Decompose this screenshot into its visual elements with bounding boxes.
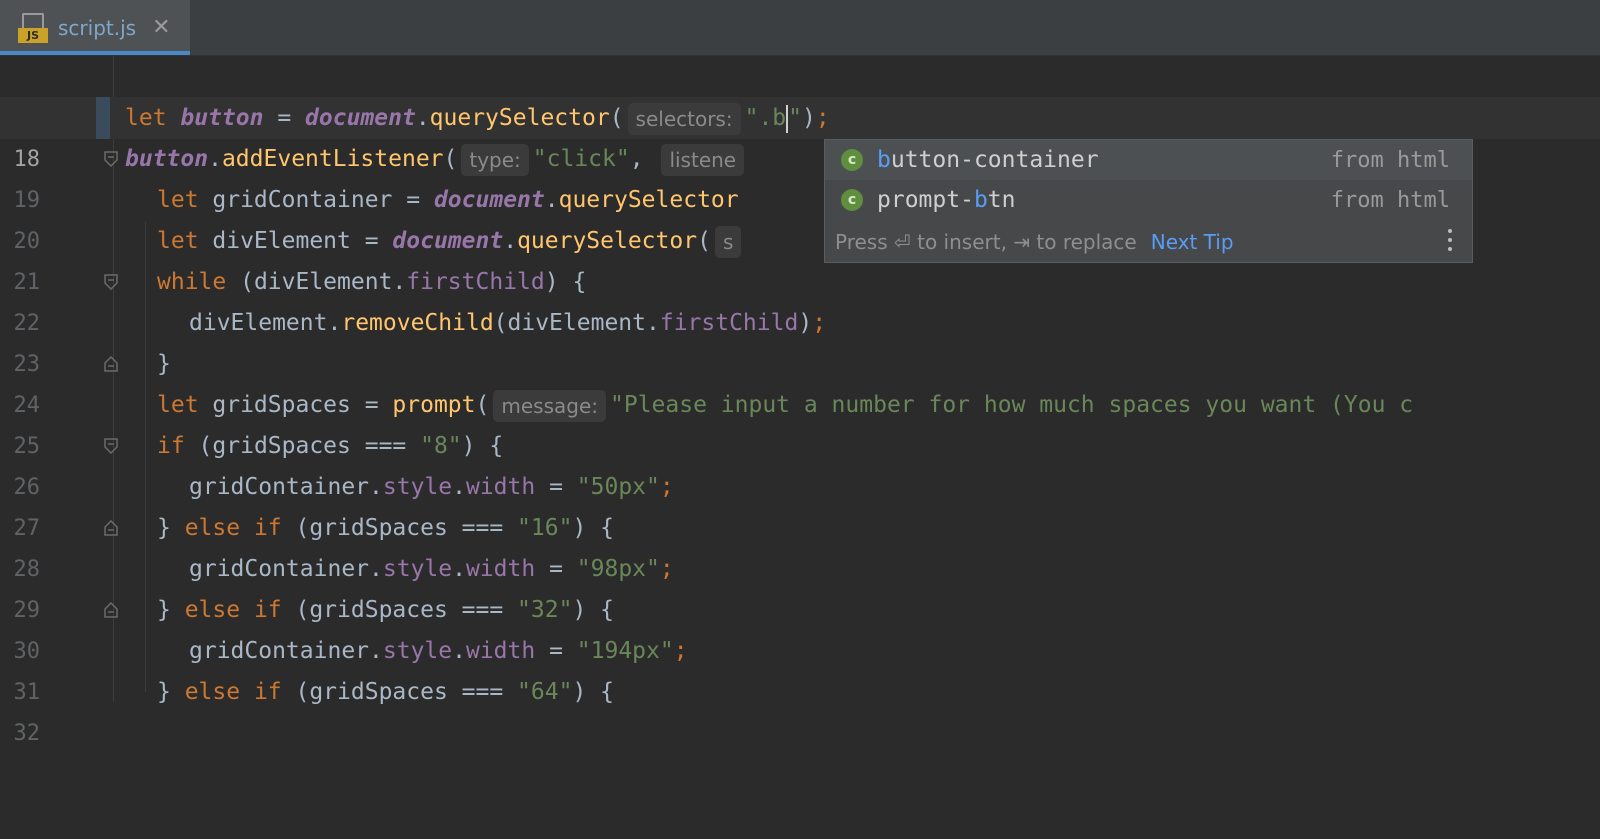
code-text: gridContainer.style.width = "50px"; xyxy=(189,474,674,500)
completion-item-source: from html xyxy=(1330,187,1450,213)
code-text: let gridContainer = document.querySelect… xyxy=(157,187,739,213)
fold-collapse-icon[interactable] xyxy=(104,151,118,167)
completion-tip-bar: Press ⏎ to insert, ⇥ to replace Next Tip xyxy=(825,222,1472,262)
completion-item[interactable]: c button-container from html xyxy=(825,140,1472,180)
fold-collapse-icon[interactable] xyxy=(104,274,118,290)
parameter-hint: selectors: xyxy=(627,102,741,135)
parameter-hint: type: xyxy=(461,143,529,176)
completion-item-name: button-container xyxy=(877,147,1099,173)
completion-item[interactable]: c prompt-btn from html xyxy=(825,180,1472,220)
code-text: if (gridSpaces === "8") { xyxy=(157,433,504,459)
code-text: button.addEventListener(type: "click", li… xyxy=(125,138,748,180)
tab-script-js[interactable]: JS script.js ✕ xyxy=(0,0,190,55)
code-text: } xyxy=(157,351,171,377)
fold-end-icon[interactable] xyxy=(104,520,118,536)
tab-label: script.js xyxy=(58,15,137,40)
completion-item-name: prompt-btn xyxy=(877,187,1016,213)
code-line-current: 18 let button = document.querySelector(s… xyxy=(0,97,1600,172)
parameter-hint: s xyxy=(714,225,742,258)
class-icon: c xyxy=(841,189,863,211)
code-line: 28 } else if (gridSpaces === "16") { xyxy=(0,507,1600,582)
line-number: 32 xyxy=(13,721,41,746)
code-line: 29 gridContainer.style.width = "98px"; xyxy=(0,548,1600,623)
code-text: let gridSpaces = prompt(message: "Please … xyxy=(157,384,1413,426)
class-icon: c xyxy=(841,149,863,171)
javascript-file-icon: JS xyxy=(18,12,48,43)
code-line: 30 } else if (gridSpaces === "32") { xyxy=(0,589,1600,664)
fold-end-icon[interactable] xyxy=(104,356,118,372)
code-text: } else if (gridSpaces === "32") { xyxy=(157,597,614,623)
completion-popup: c button-container from html c prompt-bt… xyxy=(824,139,1473,263)
completion-item-source: from html xyxy=(1330,147,1450,173)
code-line: 23 divElement.removeChild(divElement.fir… xyxy=(0,302,1600,377)
active-tab-indicator xyxy=(0,51,190,55)
code-line: 32 } else if (gridSpaces === "64") { xyxy=(0,671,1600,746)
parameter-hint: message: xyxy=(493,389,606,422)
next-tip-link[interactable]: Next Tip xyxy=(1151,230,1234,254)
code-line: 22 while (divElement.firstChild) { xyxy=(0,261,1600,336)
code-line: 17 xyxy=(0,56,1600,131)
fold-end-icon[interactable] xyxy=(104,602,118,618)
parameter-hint: listene xyxy=(661,143,745,176)
code-line: 26 if (gridSpaces === "8") { xyxy=(0,425,1600,500)
code-text: let divElement = document.querySelector(… xyxy=(157,220,745,262)
editor-tab-bar: JS script.js ✕ xyxy=(0,0,1600,56)
code-text: gridContainer.style.width = "194px"; xyxy=(189,638,688,664)
code-line: 27 gridContainer.style.width = "50px"; xyxy=(0,466,1600,541)
code-text: while (divElement.firstChild) { xyxy=(157,269,587,295)
code-text: gridContainer.style.width = "98px"; xyxy=(189,556,674,582)
code-text: } else if (gridSpaces === "16") { xyxy=(157,515,614,541)
code-line: 24 } xyxy=(0,343,1600,418)
code-text: } else if (gridSpaces === "64") { xyxy=(157,679,614,705)
more-options-icon[interactable] xyxy=(1448,229,1452,256)
code-text: let button = document.querySelector(sele… xyxy=(125,97,830,139)
code-line: 31 gridContainer.style.width = "194px"; xyxy=(0,630,1600,705)
current-line-marker xyxy=(96,97,110,139)
completion-tip-text: Press ⏎ to insert, ⇥ to replace xyxy=(835,230,1137,254)
fold-collapse-icon[interactable] xyxy=(104,438,118,454)
close-icon[interactable]: ✕ xyxy=(152,16,170,39)
code-text: divElement.removeChild(divElement.firstC… xyxy=(189,310,827,336)
code-line: 25 let gridSpaces = prompt(message: "Plea… xyxy=(0,384,1600,459)
